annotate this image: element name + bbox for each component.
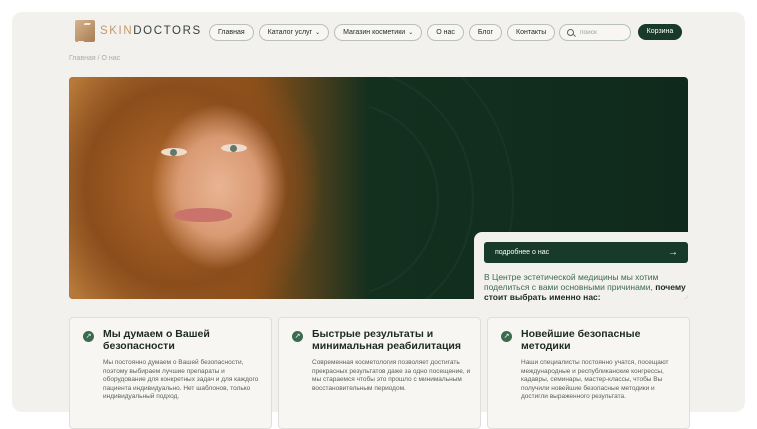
- nav-item-services[interactable]: Каталог услуг ⌄: [258, 24, 330, 41]
- logo-text: SKINDOCTORS: [100, 25, 202, 37]
- feature-card-title: Быстрые результаты и минимальная реабили…: [312, 328, 462, 352]
- breadcrumb-current: О нас: [101, 55, 121, 62]
- arrow-right-icon: →: [668, 247, 678, 258]
- search-placeholder: поиск: [580, 29, 597, 36]
- hero-intro-main: В Центре эстетической медицины мы хотим …: [484, 272, 659, 292]
- hero-photo: [69, 77, 369, 299]
- chevron-down-icon: ⌄: [315, 30, 321, 36]
- hero-photo-eye: [161, 148, 187, 156]
- arrow-up-right-icon: ↗: [83, 331, 94, 342]
- hero-photo-lips: [174, 208, 232, 222]
- nav-item-label: О нас: [436, 29, 455, 36]
- breadcrumb-home[interactable]: Главная: [69, 55, 96, 62]
- about-more-label: подробнее о нас: [495, 249, 550, 256]
- feature-card-results: ↗ Быстрые результаты и минимальная реаби…: [278, 317, 481, 429]
- feature-card-title: Мы думаем о Вашей безопасности: [103, 328, 210, 352]
- logo-mark-icon: [75, 20, 95, 42]
- nav-item-label: Каталог услуг: [267, 29, 313, 36]
- nav-item-about[interactable]: О нас: [427, 24, 464, 41]
- about-more-button[interactable]: подробнее о нас →: [484, 242, 688, 263]
- feature-card-safety: ↗ Мы думаем о Вашей безопасности Мы пост…: [69, 317, 272, 429]
- search-input[interactable]: поиск: [559, 24, 631, 41]
- search-icon: [567, 29, 574, 36]
- nav-item-label: Блог: [477, 29, 493, 36]
- nav-item-contacts[interactable]: Контакты: [507, 24, 556, 41]
- feature-card-title: Новейшие безопасные методики: [521, 328, 641, 352]
- nav-item-home[interactable]: Главная: [209, 24, 254, 41]
- arrow-up-right-icon: ↗: [501, 331, 512, 342]
- feature-card-text: Современная косметология позволяет дости…: [312, 359, 471, 392]
- nav-item-label: Контакты: [516, 29, 547, 36]
- feature-card-text: Наши специалисты постоянно учатся, посещ…: [521, 359, 669, 400]
- hero-intro-text: В Центре эстетической медицины мы хотим …: [484, 272, 694, 302]
- chevron-down-icon: ⌄: [408, 30, 414, 36]
- breadcrumb-separator: /: [97, 55, 100, 62]
- main-nav: Главная Каталог услуг ⌄ Магазин косметики…: [209, 24, 556, 41]
- arrow-up-right-icon: ↗: [292, 331, 303, 342]
- hero-banner: [69, 77, 688, 299]
- nav-item-label: Магазин косметики: [343, 29, 406, 36]
- logo-text-doctors: DOCTORS: [133, 25, 202, 37]
- nav-item-blog[interactable]: Блог: [468, 24, 502, 41]
- breadcrumb: Главная / О нас: [69, 55, 120, 62]
- feature-card-methods: ↗ Новейшие безопасные методики Наши спец…: [487, 317, 690, 429]
- nav-item-label: Главная: [218, 29, 245, 36]
- logo-text-skin: SKIN: [100, 25, 134, 37]
- hero-photo-eye: [221, 144, 247, 152]
- logo[interactable]: SKINDOCTORS: [75, 20, 202, 42]
- nav-item-shop[interactable]: Магазин косметики ⌄: [334, 24, 423, 41]
- feature-card-text: Мы постоянно думаем о Вашей безопасности…: [103, 359, 259, 400]
- cart-button[interactable]: Корзина: [638, 24, 682, 40]
